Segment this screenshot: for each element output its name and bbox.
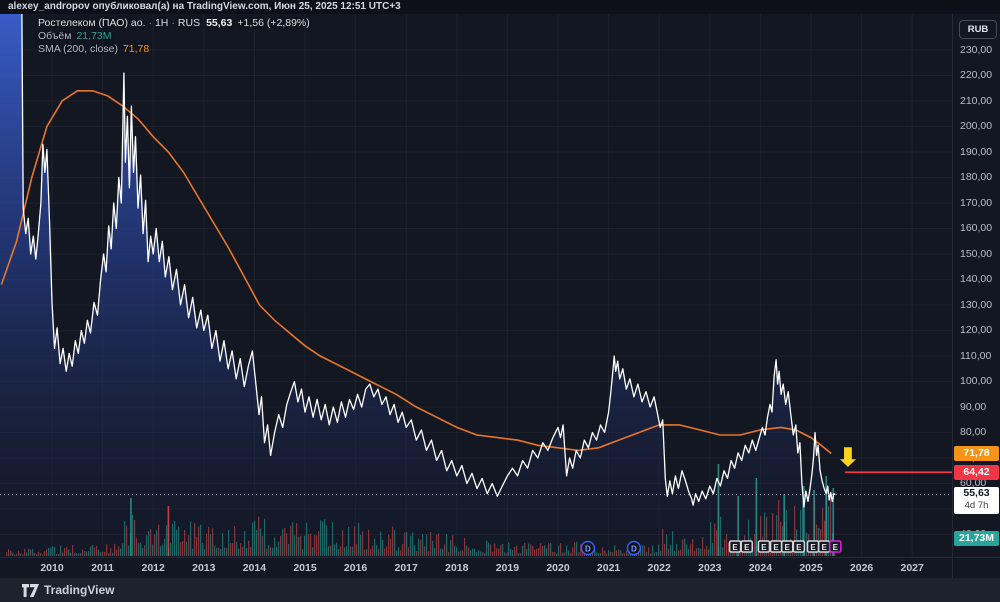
svg-text:E: E xyxy=(796,543,802,552)
price-tick-label: 160,00 xyxy=(960,222,993,234)
year-label: 2021 xyxy=(596,562,621,574)
year-label: 2025 xyxy=(799,562,823,574)
earnings-marker[interactable]: E xyxy=(740,540,753,553)
year-label: 2016 xyxy=(343,562,368,574)
year-label: 2014 xyxy=(242,562,267,574)
year-label: 2010 xyxy=(40,562,64,574)
earnings-marker[interactable]: E xyxy=(757,540,771,553)
earnings-marker[interactable]: E xyxy=(806,540,820,553)
volume-value-badge: 21,73M xyxy=(954,531,999,546)
last-price-badge: 55,63 4d 7h xyxy=(954,486,999,514)
legend-symbol-row[interactable]: Ростелеком (ПАО) ао. · 1H · RUS 55,63 +1,56 (+… xyxy=(38,17,310,30)
yellow-down-arrow-annotation[interactable] xyxy=(836,446,859,469)
time-axis[interactable]: 2010 2011 2012 2013 2014 2015 2016 2017 2018 2019… xyxy=(0,557,952,578)
year-label: 2023 xyxy=(698,562,722,574)
earnings-marker[interactable]: E xyxy=(780,540,794,553)
legend-sma-row[interactable]: SMA (200, close) 71,78 xyxy=(38,43,310,56)
price-tick-label: 220,00 xyxy=(960,69,993,81)
svg-text:E: E xyxy=(785,543,791,552)
year-label: 2018 xyxy=(445,562,469,574)
year-label: 2019 xyxy=(495,562,520,574)
price-tick-label: 110,00 xyxy=(960,349,992,362)
price-tick-label: 180,00 xyxy=(960,171,993,183)
earnings-marker[interactable]: E xyxy=(728,540,742,553)
earnings-marker-upcoming[interactable]: E xyxy=(829,540,842,553)
year-label: 2013 xyxy=(192,562,216,574)
price-tick-label: 210,00 xyxy=(960,94,993,107)
svg-text:E: E xyxy=(732,543,738,552)
currency-toggle-button[interactable]: RUB xyxy=(959,20,997,39)
svg-text:D: D xyxy=(585,544,591,553)
year-label: 2022 xyxy=(647,562,671,574)
svg-text:E: E xyxy=(821,543,827,552)
price-tick-label: 130,00 xyxy=(960,298,993,311)
footer-bar: TradingView xyxy=(0,578,1000,602)
legend-volume-row[interactable]: Объём 21,73M xyxy=(38,30,310,43)
separator-dot: · xyxy=(171,17,175,29)
price-tick-label: 150,00 xyxy=(960,247,993,260)
year-label: 2027 xyxy=(900,562,924,574)
bar-countdown: 4d 7h xyxy=(964,499,989,511)
earnings-marker[interactable]: E xyxy=(769,540,783,553)
chart-legend: Ростелеком (ПАО) ао. · 1H · RUS 55,63 +1,56 (+… xyxy=(38,17,310,56)
tradingview-brand-text[interactable]: TradingView xyxy=(44,583,114,597)
price-tick-label: 230,00 xyxy=(960,43,993,56)
tradingview-logo-icon[interactable] xyxy=(22,584,39,597)
sma-label: SMA (200, close) xyxy=(38,43,118,55)
svg-text:E: E xyxy=(833,543,839,552)
year-label: 2011 xyxy=(91,562,114,574)
svg-text:D: D xyxy=(631,544,637,553)
dividend-marker[interactable]: D xyxy=(626,540,642,556)
price-axis[interactable]: RUB 230,00 220,00 210,00 200,00 190,00 180,00… xyxy=(952,14,1000,557)
year-label: 2020 xyxy=(546,562,570,574)
dividend-marker[interactable]: D xyxy=(580,540,596,556)
axis-corner xyxy=(952,557,1000,578)
svg-text:E: E xyxy=(761,543,767,552)
price-tick-label: 200,00 xyxy=(960,120,993,132)
publish-header: alexey_andropov опубликовал(а) на Tradin… xyxy=(0,0,1000,14)
last-price-value: 55,63 xyxy=(206,17,233,29)
price-tick-label: 100,00 xyxy=(960,375,993,387)
sma-value-badge: 71,78 xyxy=(954,445,999,461)
price-tick-label: 80,00 xyxy=(960,426,987,438)
year-label: 2012 xyxy=(141,562,165,574)
year-label: 2015 xyxy=(293,562,317,574)
volume-label: Объём xyxy=(38,30,72,42)
price-change-value: +1,56 (+2,89%) xyxy=(237,17,310,29)
price-chart-svg[interactable]: DDEEEEEEEEE xyxy=(0,14,952,557)
interval-value[interactable]: 1H xyxy=(155,17,168,29)
exchange-value: RUS xyxy=(177,17,201,29)
alert-value-badge: 64,42 xyxy=(954,464,999,480)
volume-value: 21,73M xyxy=(76,30,112,42)
symbol-title[interactable]: Ростелеком (ПАО) ао. xyxy=(38,17,145,29)
earnings-marker[interactable]: E xyxy=(817,540,831,553)
year-label: 2026 xyxy=(849,562,874,574)
svg-text:E: E xyxy=(744,543,750,552)
earnings-marker[interactable]: E xyxy=(792,540,806,553)
price-tick-label: 90,00 xyxy=(960,400,987,413)
svg-text:E: E xyxy=(773,543,779,552)
year-label: 2017 xyxy=(394,562,418,574)
publish-header-text: alexey_andropov опубликовал(а) на Tradin… xyxy=(8,1,401,12)
svg-text:E: E xyxy=(810,543,816,552)
tradingview-snapshot-page: alexey_andropov опубликовал(а) на Tradin… xyxy=(0,0,1000,602)
separator-dot: · xyxy=(148,17,152,29)
price-tick-label: 140,00 xyxy=(960,273,993,285)
sma-value: 71,78 xyxy=(122,43,150,55)
year-label: 2024 xyxy=(748,562,773,574)
price-tick-label: 190,00 xyxy=(960,145,993,158)
price-tick-label: 170,00 xyxy=(960,196,993,209)
price-tick-label: 120,00 xyxy=(960,324,993,336)
